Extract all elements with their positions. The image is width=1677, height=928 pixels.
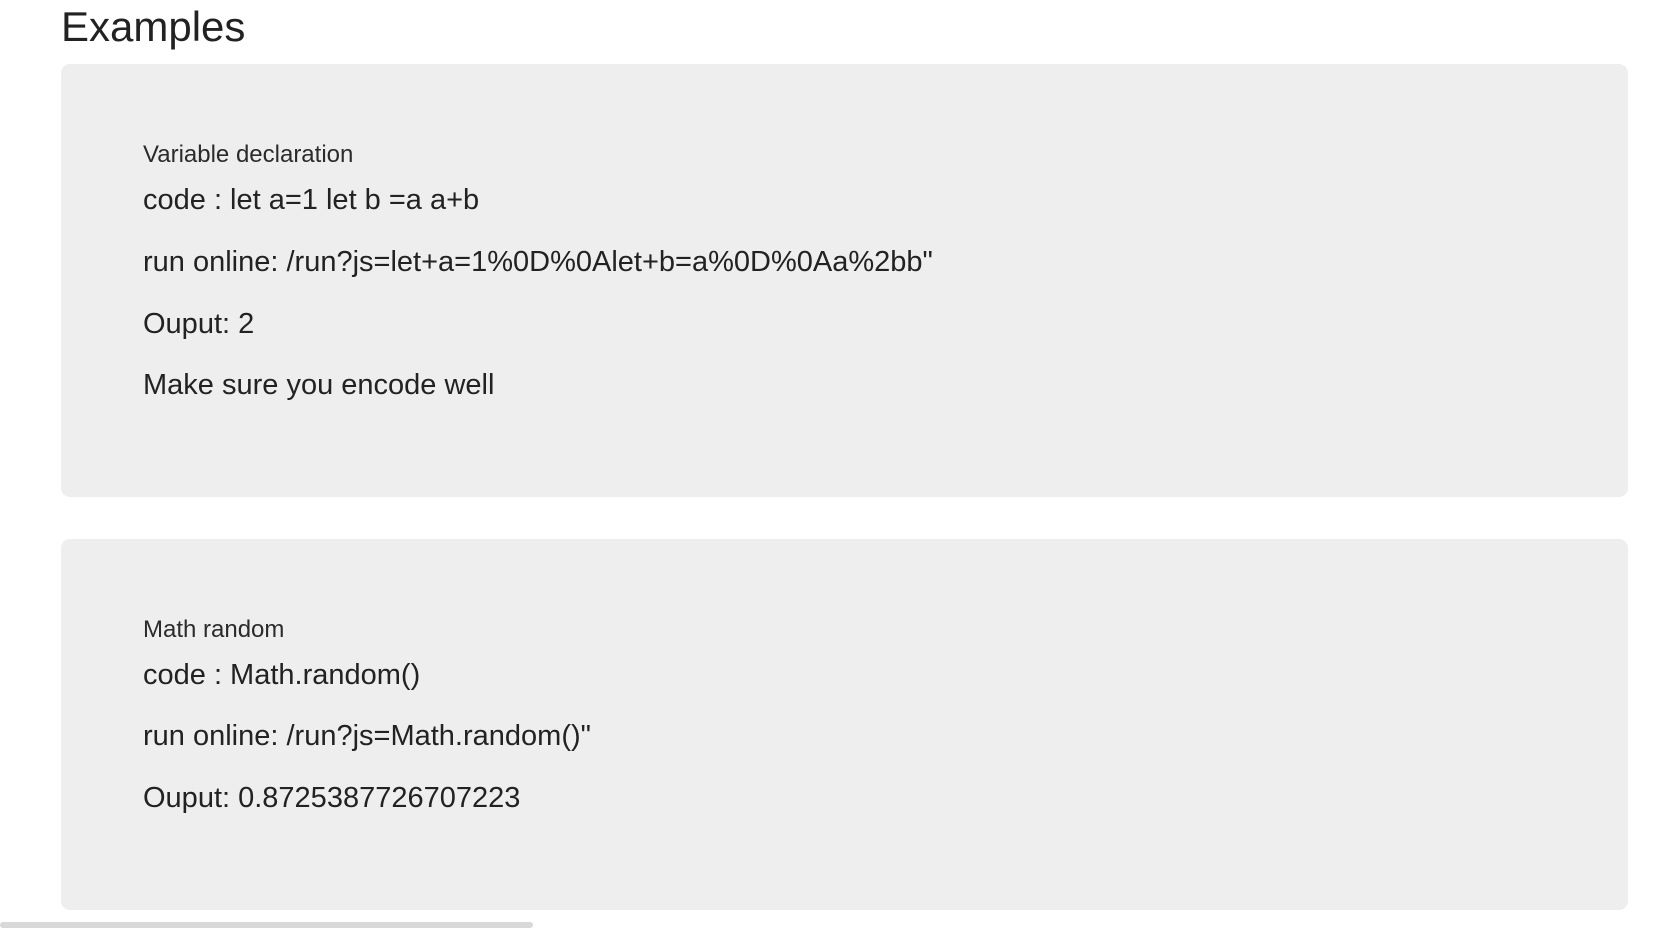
- page: Examples Variable declaration code : let…: [0, 0, 1677, 928]
- example-code: code : let a=1 let b =a a+b: [143, 184, 480, 216]
- example-run-online: run online: /run?js=let+a=1%0D%0Alet+b=a…: [143, 246, 933, 278]
- example-code: code : Math.random(): [143, 659, 421, 691]
- example-card-math-random: Math random code : Math.random() run onl…: [61, 539, 1628, 910]
- example-run-online: run online: /run?js=Math.random()": [143, 720, 591, 752]
- example-output: Ouput: 0.8725387726707223: [143, 782, 521, 814]
- example-output: Ouput: 2: [143, 308, 255, 340]
- horizontal-scrollbar-thumb[interactable]: [0, 922, 533, 928]
- example-note: Make sure you encode well: [143, 369, 495, 401]
- example-title: Variable declaration: [143, 141, 354, 168]
- example-title: Math random: [143, 616, 285, 643]
- page-title: Examples: [61, 3, 246, 50]
- example-card-variable-declaration: Variable declaration code : let a=1 let …: [61, 64, 1628, 497]
